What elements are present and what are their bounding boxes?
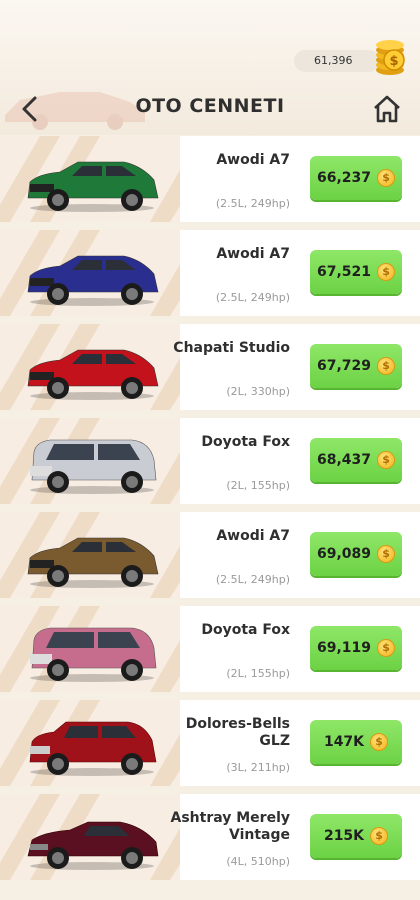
- price-label: 69,119: [316, 640, 372, 656]
- car-name: Awodi A7: [216, 246, 290, 262]
- page-title: OTO CENNETI: [135, 95, 285, 117]
- buy-button[interactable]: 67,729 $: [310, 344, 402, 388]
- car-list-item[interactable]: Ashtray Merely Vintage (4L, 510hp) 215K …: [0, 794, 420, 880]
- car-name: Dolores-Bells GLZ: [185, 716, 290, 749]
- coin-icon: $: [377, 451, 396, 469]
- buy-button[interactable]: 69,089 $: [310, 532, 402, 576]
- car-list-item[interactable]: Awodi A7 (2.5L, 249hp) 67,521 $: [0, 230, 420, 316]
- car-image: [24, 618, 160, 684]
- price-label: 147K: [323, 734, 365, 750]
- buy-button[interactable]: 147K $: [310, 720, 402, 764]
- buy-button[interactable]: 69,119 $: [310, 626, 402, 670]
- car-name: Ashtray Merely Vintage: [170, 810, 291, 843]
- buy-button[interactable]: 67,521 $: [310, 250, 402, 294]
- coin-balance-value: 61,396: [314, 54, 353, 67]
- car-list-item[interactable]: Awodi A7 (2.5L, 249hp) 66,237 $: [0, 136, 420, 222]
- car-image: [24, 806, 160, 872]
- car-name: Chapati Studio: [173, 340, 290, 356]
- car-list-item[interactable]: Chapati Studio (2L, 330hp) 67,729 $: [0, 324, 420, 410]
- car-name: Awodi A7: [216, 528, 290, 544]
- car-name: Awodi A7: [216, 152, 290, 168]
- car-list-item[interactable]: Awodi A7 (2.5L, 249hp) 69,089 $: [0, 512, 420, 598]
- coin-icon: $: [370, 733, 389, 751]
- car-list-item[interactable]: Doyota Fox (2L, 155hp) 69,119 $: [0, 606, 420, 692]
- car-spec: (2L, 330hp): [226, 385, 290, 398]
- car-spec: (2.5L, 249hp): [215, 573, 290, 586]
- svg-text:$: $: [389, 54, 398, 69]
- car-spec: (2L, 155hp): [226, 479, 290, 492]
- car-spec: (2.5L, 249hp): [215, 197, 290, 210]
- price-label: 68,437: [316, 452, 372, 468]
- coin-icon: $: [377, 357, 396, 375]
- car-spec: (4L, 510hp): [226, 855, 290, 868]
- price-label: 69,089: [316, 546, 372, 562]
- price-label: 215K: [323, 828, 365, 844]
- car-list: Awodi A7 (2.5L, 249hp) 66,237 $ Awodi A7…: [0, 136, 420, 888]
- car-spec: (2.5L, 249hp): [215, 291, 290, 304]
- price-label: 67,729: [316, 358, 372, 374]
- coin-icon: $: [370, 827, 389, 845]
- coin-icon: $: [377, 263, 396, 281]
- coin-icon: $: [377, 169, 396, 187]
- car-list-item[interactable]: Dolores-Bells GLZ (3L, 211hp) 147K $: [0, 700, 420, 786]
- car-spec: (3L, 211hp): [226, 761, 290, 774]
- price-label: 66,237: [316, 170, 372, 186]
- car-name: Doyota Fox: [201, 434, 290, 450]
- top-bar: 61,396 $ OTO CENNETI: [0, 0, 420, 135]
- coin-balance: 61,396: [294, 50, 380, 72]
- buy-button[interactable]: 66,237 $: [310, 156, 402, 200]
- car-image: [24, 712, 160, 778]
- home-icon[interactable]: [372, 94, 402, 124]
- buy-button[interactable]: 215K $: [310, 814, 402, 858]
- buy-button[interactable]: 68,437 $: [310, 438, 402, 482]
- coin-icon: $: [377, 639, 396, 657]
- car-name: Doyota Fox: [201, 622, 290, 638]
- car-list-item[interactable]: Doyota Fox (2L, 155hp) 68,437 $: [0, 418, 420, 504]
- coin-icon: $: [377, 545, 396, 563]
- car-image: [24, 242, 160, 308]
- car-image: [24, 430, 160, 496]
- car-spec: (2L, 155hp): [226, 667, 290, 680]
- car-image: [24, 524, 160, 590]
- coin-stack-icon: $: [376, 40, 405, 75]
- car-image: [24, 336, 160, 402]
- car-image: [24, 148, 160, 214]
- price-label: 67,521: [316, 264, 372, 280]
